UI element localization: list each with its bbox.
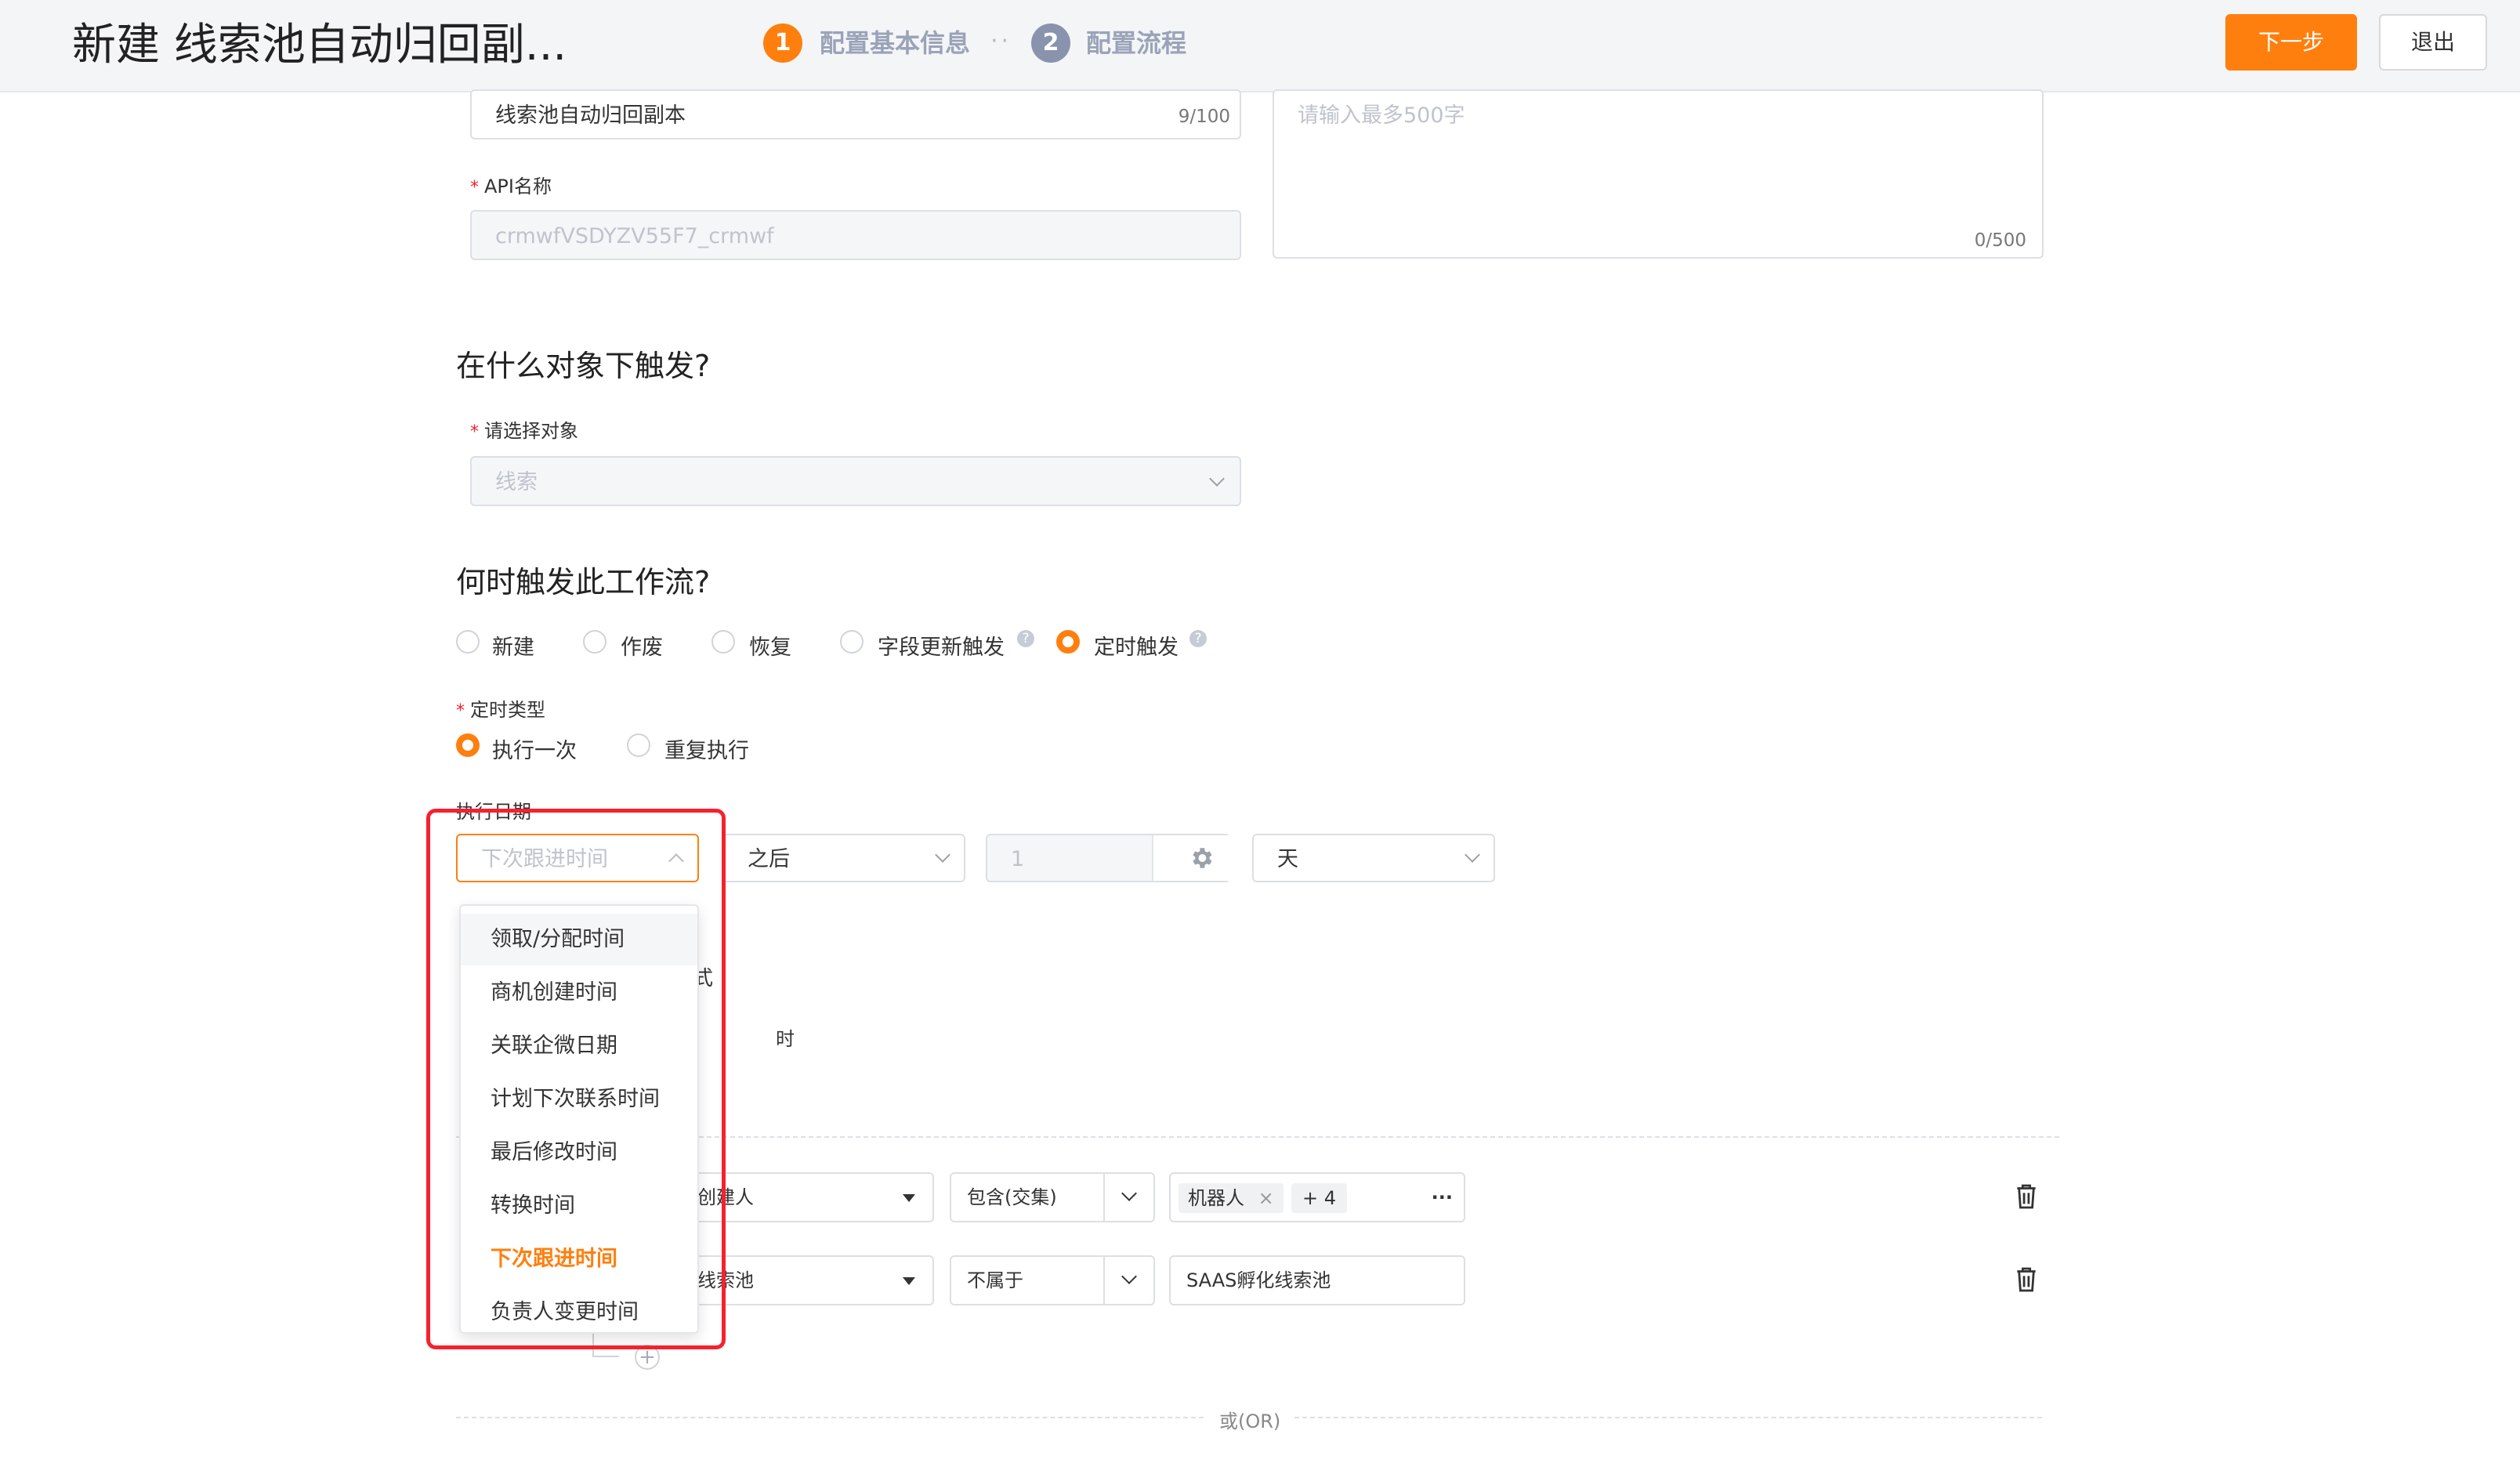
- api-name-label: * API名称: [470, 176, 552, 197]
- unit-value: 天: [1277, 847, 1298, 871]
- radio-void[interactable]: [583, 630, 606, 654]
- required-mark: *: [456, 701, 470, 721]
- step-separator: ··: [990, 27, 1012, 55]
- object-select-value: 线索: [495, 470, 538, 494]
- value-tag: 机器人 ×: [1179, 1183, 1284, 1213]
- offset-value: 1: [1011, 847, 1025, 871]
- chevron-down-icon: [1121, 1186, 1137, 1201]
- chevron-down-icon: [1121, 1269, 1137, 1284]
- chevron-down-icon: [1209, 471, 1225, 487]
- chevron-down-icon: [1465, 847, 1480, 863]
- caret-down-icon: [903, 1194, 915, 1202]
- step-1-label[interactable]: 配置基本信息: [820, 24, 970, 63]
- required-mark: *: [470, 178, 484, 197]
- exit-button[interactable]: 退出: [2379, 14, 2487, 71]
- relation-select[interactable]: 之后: [722, 834, 965, 882]
- condition-value-multiselect[interactable]: 机器人 × + 4 ···: [1169, 1172, 1465, 1222]
- gear-icon[interactable]: [1188, 845, 1215, 871]
- highlight-annotation-box: [426, 809, 726, 1349]
- step-2-label[interactable]: 配置流程: [1086, 24, 1186, 63]
- object-select-label: * 请选择对象: [470, 420, 578, 442]
- radio-repeat[interactable]: [627, 733, 650, 757]
- radio-field-update[interactable]: [840, 630, 864, 654]
- trash-icon[interactable]: [2015, 1183, 2037, 1210]
- radio-field-update-label[interactable]: 字段更新触发: [878, 630, 1005, 661]
- condition-operator-value: 包含(交集): [967, 1186, 1057, 1208]
- radio-create-label[interactable]: 新建: [492, 630, 534, 661]
- condition-value: SAAS孵化线索池: [1186, 1269, 1331, 1291]
- partial-label: 时: [776, 1028, 795, 1050]
- radio-restore[interactable]: [711, 630, 735, 654]
- help-icon[interactable]: ?: [1189, 630, 1207, 647]
- object-select: 线索: [470, 456, 1241, 506]
- required-mark: *: [470, 422, 484, 442]
- api-name-value: crmwfVSDYZV55F7_crmwf: [495, 224, 774, 248]
- offset-number-input[interactable]: 1: [986, 834, 1230, 882]
- timer-type-label: * 定时类型: [456, 699, 545, 721]
- radio-repeat-label[interactable]: 重复执行: [664, 733, 749, 764]
- page-title: 新建 线索池自动归回副...: [72, 20, 567, 71]
- workflow-name-value: 线索池自动归回副本: [495, 103, 686, 128]
- unit-select[interactable]: 天: [1252, 834, 1495, 882]
- description-char-counter: 0/500: [1974, 230, 2026, 251]
- divider: [1294, 1417, 2042, 1418]
- or-separator-label: 或(OR): [1219, 1410, 1281, 1432]
- condition-operator-value: 不属于: [967, 1269, 1023, 1291]
- api-name-input: crmwfVSDYZV55F7_crmwf: [470, 210, 1241, 260]
- description-placeholder: 请输入最多500字: [1298, 103, 1465, 128]
- description-textarea[interactable]: 请输入最多500字 0/500: [1273, 89, 2044, 259]
- radio-execute-once[interactable]: [456, 733, 480, 757]
- step-2-badge: 2: [1031, 24, 1070, 63]
- radio-create[interactable]: [456, 630, 480, 654]
- help-icon[interactable]: ?: [1017, 630, 1034, 647]
- radio-scheduled[interactable]: [1056, 630, 1080, 654]
- object-section-title: 在什么对象下触发?: [456, 349, 711, 383]
- condition-field-select[interactable]: 创建人: [690, 1172, 934, 1222]
- divider: [456, 1417, 1204, 1418]
- trash-icon[interactable]: [2015, 1266, 2037, 1293]
- select-divider: [1103, 1257, 1105, 1304]
- next-step-button[interactable]: 下一步: [2225, 14, 2357, 71]
- workflow-name-input[interactable]: 线索池自动归回副本 9/100: [470, 89, 1241, 139]
- condition-operator-select[interactable]: 不属于: [950, 1255, 1155, 1305]
- trigger-section-title: 何时触发此工作流?: [456, 565, 711, 599]
- tag-close-icon[interactable]: ×: [1258, 1187, 1274, 1209]
- name-char-counter: 9/100: [1178, 107, 1230, 127]
- condition-value-input[interactable]: SAAS孵化线索池: [1169, 1255, 1465, 1305]
- more-tags-badge[interactable]: + 4: [1291, 1183, 1348, 1213]
- relation-value: 之后: [748, 847, 790, 871]
- more-options-icon[interactable]: ···: [1432, 1186, 1453, 1208]
- condition-operator-select[interactable]: 包含(交集): [950, 1172, 1155, 1222]
- radio-scheduled-label[interactable]: 定时触发: [1094, 630, 1179, 661]
- caret-down-icon: [903, 1277, 915, 1285]
- radio-restore-label[interactable]: 恢复: [749, 630, 791, 661]
- condition-field-select[interactable]: 线索池: [690, 1255, 934, 1305]
- select-divider: [1103, 1174, 1105, 1221]
- radio-execute-once-label[interactable]: 执行一次: [492, 733, 577, 764]
- radio-void-label[interactable]: 作废: [621, 630, 663, 661]
- step-1-badge: 1: [763, 24, 802, 63]
- chevron-down-icon: [935, 847, 950, 863]
